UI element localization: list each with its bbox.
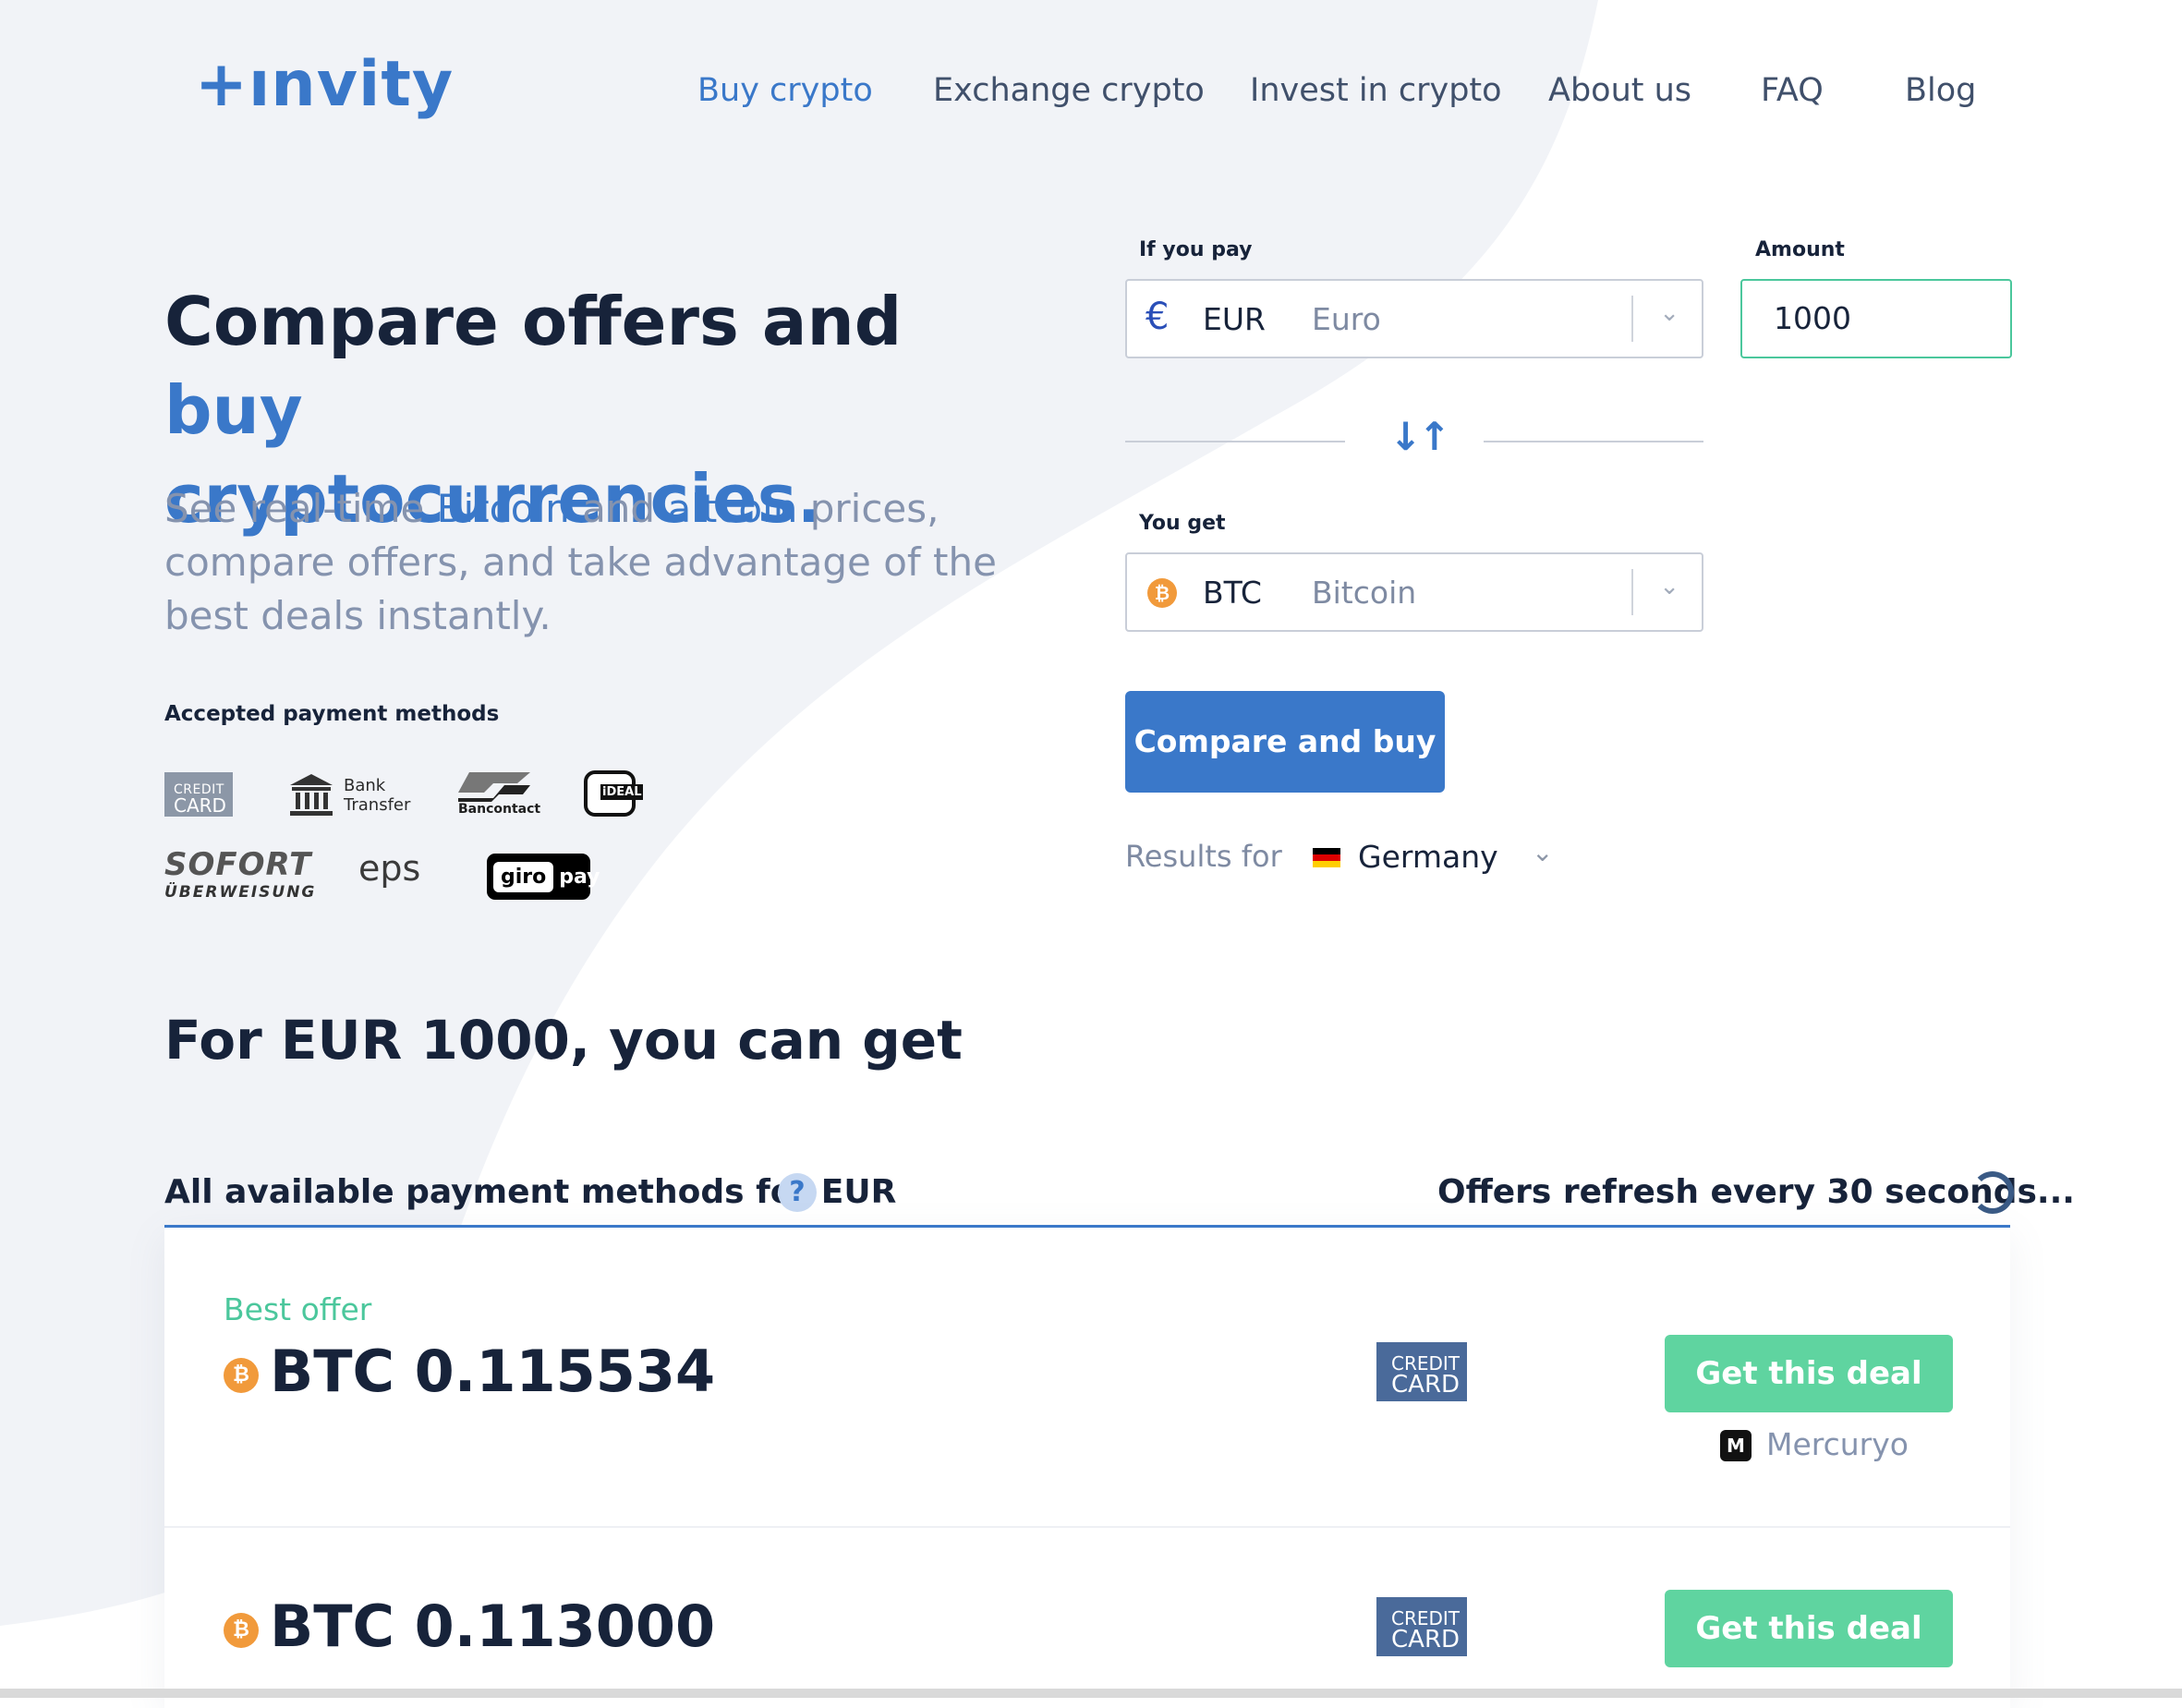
horizontal-scrollbar[interactable] xyxy=(0,1689,2182,1698)
giropay-part2: pay xyxy=(559,865,600,889)
bitcoin-link[interactable]: Bitcoin xyxy=(437,486,570,531)
get-currency-select[interactable]: ₿ BTC Bitcoin ⌄ xyxy=(1125,552,1703,632)
eps-icon: eps xyxy=(358,848,421,889)
credit-card-line2: CARD xyxy=(1391,1371,1461,1399)
swap-divider-right xyxy=(1484,441,1703,442)
best-offer-badge: Best offer xyxy=(224,1291,372,1327)
bancontact-icon xyxy=(458,772,530,802)
pay-currency-code: EUR xyxy=(1203,301,1266,337)
bitcoin-icon: ₿ xyxy=(224,1613,259,1648)
compare-and-buy-button[interactable]: Compare and buy xyxy=(1125,691,1445,793)
sofort-line2: ÜBERWEISUNG xyxy=(164,883,317,902)
giropay-icon: giro pay xyxy=(487,854,600,900)
nav-about-us[interactable]: About us xyxy=(1548,72,1691,109)
row-separator xyxy=(164,1526,2010,1528)
ideal-icon: iDEAL xyxy=(584,770,644,817)
chevron-down-icon[interactable]: ⌄ xyxy=(1659,573,1679,600)
credit-card-icon: CREDIT CARD xyxy=(164,772,233,817)
country-select[interactable]: Germany xyxy=(1358,839,1498,875)
get-this-deal-button[interactable]: Get this deal xyxy=(1665,1335,1953,1412)
credit-card-icon: CREDIT CARD xyxy=(1376,1342,1467,1401)
bancontact-label: Bancontact xyxy=(458,802,541,817)
nav-blog[interactable]: Blog xyxy=(1905,72,1976,109)
swap-divider-left xyxy=(1125,441,1345,442)
credit-card-line2: CARD xyxy=(1391,1626,1461,1653)
refresh-spinner-icon xyxy=(1971,1171,2014,1214)
altcoin-link[interactable]: altcoin xyxy=(667,486,797,531)
credit-card-line2: CARD xyxy=(174,794,226,817)
bitcoin-icon: ₿ xyxy=(224,1358,259,1393)
table-top-border xyxy=(164,1225,2010,1228)
credit-card-icon: CREDIT CARD xyxy=(1376,1597,1467,1656)
bitcoin-icon: ₿ xyxy=(1147,578,1177,608)
giropay-part1: giro xyxy=(493,861,554,892)
hero-subtitle-text: See real-time xyxy=(164,486,437,531)
bank-label-line1: Bank xyxy=(344,776,386,795)
get-label: You get xyxy=(1139,512,1226,535)
nav-faq[interactable]: FAQ xyxy=(1761,72,1824,109)
ideal-label: iDEAL xyxy=(600,784,644,800)
hero-title-part1: Compare offers and xyxy=(164,283,903,360)
nav-buy-crypto[interactable]: Buy crypto xyxy=(697,72,873,109)
select-divider xyxy=(1631,296,1633,342)
help-icon[interactable]: ? xyxy=(778,1173,817,1212)
payment-methods-title: Accepted payment methods xyxy=(164,702,500,726)
pay-currency-select[interactable]: € EUR Euro ⌄ xyxy=(1125,279,1703,358)
offer-amount: BTC 0.115534 xyxy=(270,1338,716,1405)
credit-card-line1: CREDIT xyxy=(1391,1352,1461,1375)
mercuryo-icon: M xyxy=(1720,1430,1752,1461)
get-this-deal-button[interactable]: Get this deal xyxy=(1665,1590,1953,1667)
germany-flag-icon xyxy=(1313,848,1340,867)
nav-exchange-crypto[interactable]: Exchange crypto xyxy=(933,72,1205,109)
nav-invest-in-crypto[interactable]: Invest in crypto xyxy=(1250,72,1502,109)
hero-subtitle: See real-time Bitcoin and altcoin prices… xyxy=(164,482,1024,643)
get-currency-code: BTC xyxy=(1203,575,1262,611)
logo[interactable]: +ınvity xyxy=(195,48,454,121)
amount-label: Amount xyxy=(1755,238,1845,261)
results-title: For EUR 1000, you can get xyxy=(164,1009,963,1072)
bank-icon xyxy=(290,774,333,816)
sofort-icon: SOFORT ÜBERWEISUNG xyxy=(164,846,316,902)
select-divider xyxy=(1631,569,1633,615)
offer-amount: BTC 0.113000 xyxy=(270,1593,716,1660)
credit-card-line1: CREDIT xyxy=(1391,1607,1461,1629)
chevron-down-icon[interactable]: ⌄ xyxy=(1532,837,1553,867)
amount-input[interactable]: 1000 xyxy=(1740,279,2012,358)
bank-label-line2: Transfer xyxy=(344,795,411,815)
chevron-down-icon[interactable]: ⌄ xyxy=(1659,299,1679,327)
provider-name[interactable]: Mercuryo xyxy=(1766,1426,1909,1462)
swap-icon[interactable]: ↓↑ xyxy=(1389,414,1450,459)
bank-transfer-label: Bank Transfer xyxy=(344,776,410,815)
sofort-line1: SOFORT xyxy=(164,846,312,883)
get-currency-name: Bitcoin xyxy=(1312,575,1417,611)
euro-icon: € xyxy=(1146,296,1170,338)
pay-label: If you pay xyxy=(1139,238,1253,261)
results-for-label: Results for xyxy=(1125,839,1282,874)
pay-currency-name: Euro xyxy=(1312,301,1381,337)
hero-title-accent: buy xyxy=(164,371,303,449)
hero-subtitle-text: and xyxy=(569,486,668,531)
